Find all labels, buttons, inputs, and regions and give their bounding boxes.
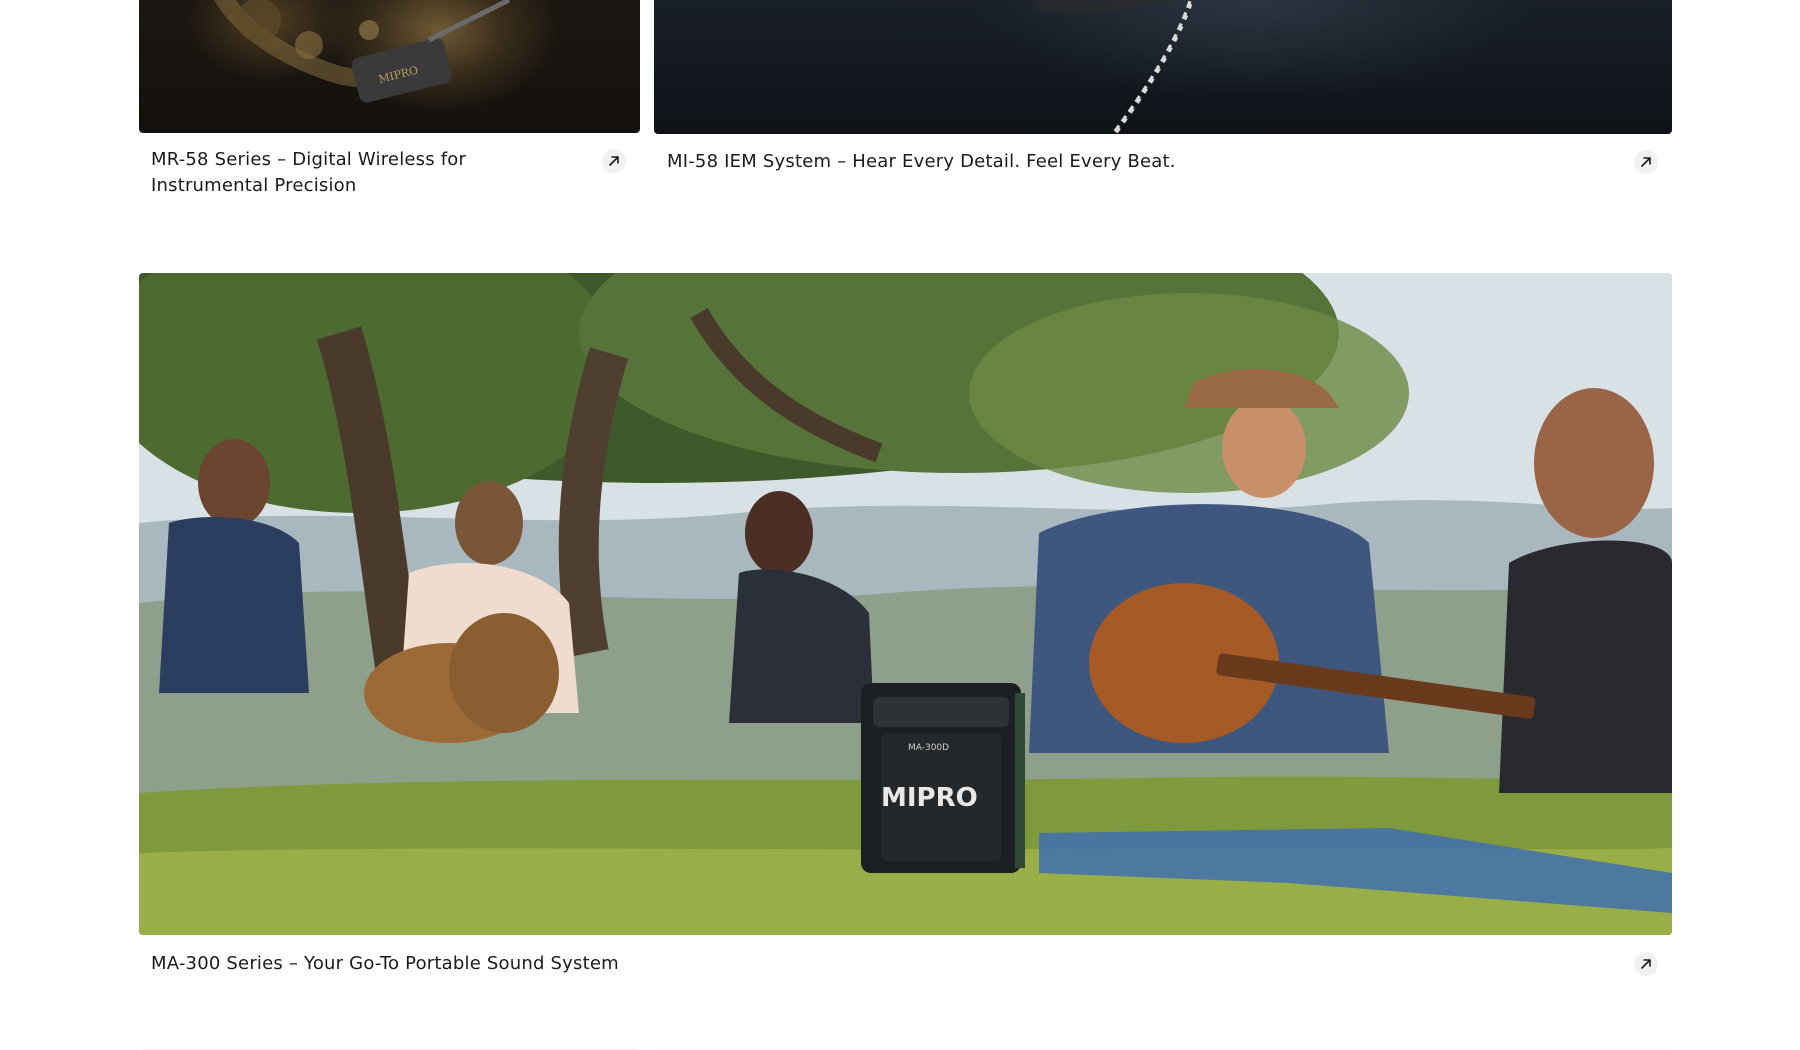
iem-cable-illustration xyxy=(1031,0,1195,134)
ma300-title[interactable]: MA-300 Series – Your Go-To Portable Soun… xyxy=(151,951,1051,977)
mr58-link-button[interactable] xyxy=(602,149,626,173)
arrow-up-right-icon xyxy=(1641,157,1651,167)
saxophone-illustration: MIPRO xyxy=(214,0,511,103)
ma300-product-image[interactable]: MA-300D MIPRO xyxy=(139,273,1672,935)
ma300-link-button[interactable] xyxy=(1634,952,1658,976)
product-grid: MIPRO MR-58 Series – Digital Wireless fo… xyxy=(0,0,1800,1050)
arrow-up-right-icon xyxy=(609,156,619,166)
ma300d-model-text: MA-300D xyxy=(908,743,949,753)
mipro-speaker-logo-text: MIPRO xyxy=(881,783,978,813)
mi58-product-image[interactable] xyxy=(654,0,1672,134)
arrow-up-right-icon xyxy=(1641,959,1651,969)
mr58-title[interactable]: MR-58 Series – Digital Wireless for Inst… xyxy=(151,147,581,199)
mr58-title-line2: Instrumental Precision xyxy=(151,175,357,196)
mi58-link-button[interactable] xyxy=(1634,150,1658,174)
picnic-scene-illustration: MA-300D MIPRO xyxy=(139,273,1672,935)
mi58-title[interactable]: MI-58 IEM System – Hear Every Detail. Fe… xyxy=(667,149,1567,175)
mr58-title-line1: MR-58 Series – Digital Wireless for xyxy=(151,149,467,170)
mr58-product-image[interactable]: MIPRO xyxy=(139,0,640,133)
